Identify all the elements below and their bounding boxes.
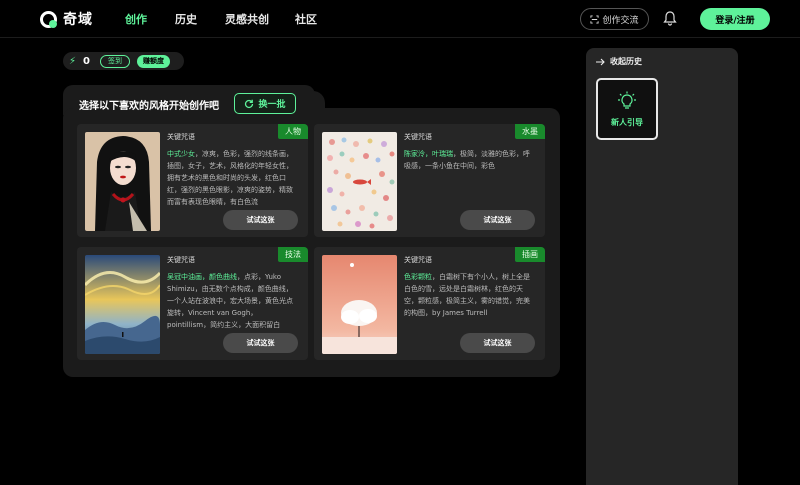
style-card-technique[interactable]: 关键咒语 吴冠中油画，颜色曲线，点彩，Yuko Shimizu，由无数个点构成，… [77,247,308,360]
card-description: 中式少女，凉爽，色彩，强烈的线条画，插图，女子，艺术，风格化的年轻女性，拥有艺术… [167,148,298,208]
card-highlight: 中式少女 [167,150,195,158]
style-card-illustration[interactable]: 关键咒语 色彩颗粒，白霜树下有个小人，树上全是白色的雪，远处是白霜树林，红色的天… [314,247,545,360]
creation-exchange-button[interactable]: 创作交流 [580,8,649,30]
refresh-label: 换一批 [258,100,286,110]
logo-icon [40,10,57,28]
logo-text: 奇域 [63,12,93,28]
refresh-icon [245,99,254,108]
arrow-right-icon [596,58,605,65]
card-text: ，凉爽，色彩，强烈的线条画，插图，女子，艺术，风格化的年轻女性，拥有艺术的黑色和… [167,150,293,206]
nav-create[interactable]: 创作 [125,11,147,27]
scan-icon [590,14,600,24]
style-card-portrait[interactable]: 关键咒语 中式少女，凉爽，色彩，强烈的线条画，插图，女子，艺术，风格化的年轻女性… [77,124,308,237]
login-register-button[interactable]: 登录/注册 [700,8,770,30]
card-text: ，点彩，Yuko Shimizu，由无数个点构成，颜色曲线，一个人站在波浪中，宏… [167,273,293,329]
card-keyword-label: 关键咒语 [404,256,432,264]
lightning-icon: ⚡ [69,55,77,67]
top-bar: 奇域 创作 历史 灵感共创 社区 创作交流 登录/注册 [0,0,800,38]
try-this-button[interactable]: 试试这张 [223,333,298,353]
card-keyword-label: 关键咒语 [167,133,195,141]
nav-history[interactable]: 历史 [175,11,197,27]
card-tag: 人物 [278,124,308,139]
earn-quota-button[interactable]: 赚额度 [137,54,170,68]
card-description: 色彩颗粒，白霜树下有个小人，树上全是白色的雪，远处是白霜树林，红色的天空，颗粒感… [404,271,535,331]
card-tag: 水墨 [515,124,545,139]
points-count: 0 [83,55,90,67]
nav-community[interactable]: 社区 [295,11,317,27]
style-card-ink[interactable]: 关键咒语 陈家泠，叶瑞瑞，极简，淡雅的色彩，呼吸感，一条小鱼在中间，彩色 水墨 … [314,124,545,237]
collapse-history-button[interactable]: 收起历史 [596,56,642,67]
bell-icon[interactable] [663,10,677,26]
card-keyword-label: 关键咒语 [404,133,432,141]
card-tag: 插画 [515,247,545,262]
try-this-button[interactable]: 试试这张 [223,210,298,230]
card-description: 吴冠中油画，颜色曲线，点彩，Yuko Shimizu，由无数个点构成，颜色曲线，… [167,271,298,331]
try-this-button[interactable]: 试试这张 [460,333,535,353]
card-highlight: 色彩颗粒 [404,273,432,281]
lightbulb-icon [618,91,636,109]
panel-title: 选择以下喜欢的风格开始创作吧 [79,101,219,112]
card-image [85,132,160,231]
newbie-guide-button[interactable]: 新人引导 [596,78,658,140]
creation-exchange-label: 创作交流 [602,15,639,26]
sign-in-button[interactable]: 签到 [100,54,130,68]
card-image [85,255,160,354]
card-tag: 技法 [278,247,308,262]
nav-inspiration[interactable]: 灵感共创 [225,11,269,27]
card-highlight: 陈家泠，叶瑞瑞 [404,150,453,158]
card-image [322,132,397,231]
card-highlight: 吴冠中油画，颜色曲线 [167,273,237,281]
newbie-guide-label: 新人引导 [611,117,643,127]
app-logo[interactable]: 奇域 [40,9,93,29]
card-description: 陈家泠，叶瑞瑞，极简，淡雅的色彩，呼吸感，一条小鱼在中间，彩色 [404,148,535,208]
try-this-button[interactable]: 试试这张 [460,210,535,230]
points-bar: ⚡ 0 签到 赚额度 [63,52,184,70]
refresh-button[interactable]: 换一批 [234,93,296,114]
card-image [322,255,397,354]
card-keyword-label: 关键咒语 [167,256,195,264]
collapse-history-label: 收起历史 [610,57,642,66]
